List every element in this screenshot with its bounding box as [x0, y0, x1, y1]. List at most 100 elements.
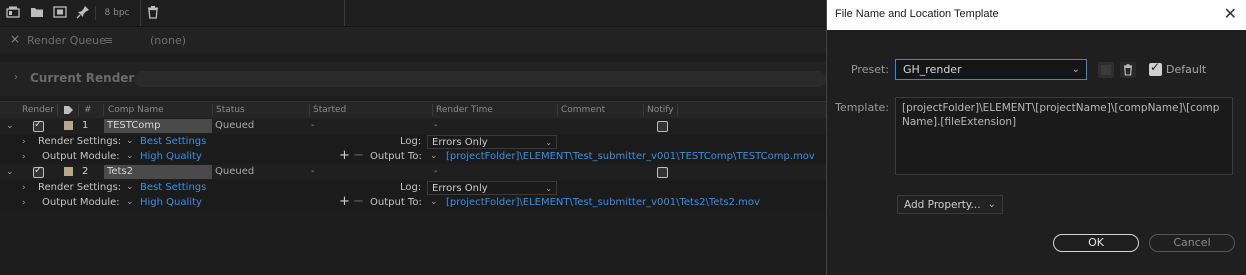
- header-comment[interactable]: Comment: [561, 104, 605, 116]
- status-cell: Queued: [215, 166, 255, 177]
- add-property-label: Add Property...: [904, 199, 981, 211]
- output-module-link[interactable]: High Quality: [140, 196, 202, 210]
- add-output-module-icon[interactable]: +: [339, 195, 350, 209]
- file-name-template-dialog: File Name and Location Template ✕ Preset…: [826, 0, 1246, 275]
- render-settings-link[interactable]: Best Settings: [140, 181, 206, 195]
- folder-icon[interactable]: [30, 5, 44, 19]
- output-module-dropdown-icon[interactable]: ⌄: [126, 149, 134, 163]
- trash-icon[interactable]: [146, 5, 160, 19]
- delete-preset-icon[interactable]: [1119, 61, 1137, 79]
- comp-name-cell[interactable]: TESTComp: [104, 119, 212, 133]
- remove-output-module-icon[interactable]: −: [353, 149, 364, 163]
- render-settings-label: Render Settings:: [38, 182, 122, 193]
- output-to-dropdown-icon[interactable]: ⌄: [430, 195, 438, 209]
- header-comp-name[interactable]: Comp Name: [108, 104, 164, 116]
- header-render-time[interactable]: Render Time: [436, 104, 493, 116]
- tab-render-queue[interactable]: Render Queue: [27, 34, 106, 47]
- chevron-down-icon: ⌄: [987, 199, 996, 210]
- label-icon[interactable]: [63, 105, 74, 115]
- expand-chevron-icon[interactable]: ›: [22, 181, 26, 195]
- add-output-module-icon[interactable]: +: [339, 149, 350, 163]
- template-textarea[interactable]: [projectFolder]\ELEMENT\[projectName]\[c…: [895, 97, 1233, 175]
- log-value: Errors Only: [432, 137, 488, 148]
- item-number: 1: [82, 120, 89, 131]
- empty-queue-area: [0, 211, 826, 275]
- render-item-row[interactable]: ⌄ 1 TESTComp Queued - -: [0, 118, 826, 134]
- expand-chevron-icon[interactable]: ›: [22, 135, 26, 149]
- label-color-swatch[interactable]: [64, 121, 73, 130]
- label-color-swatch[interactable]: [64, 167, 73, 176]
- output-module-row: › Output Module: ⌄ High Quality + − Outp…: [0, 149, 826, 165]
- header-status[interactable]: Status: [216, 104, 245, 116]
- cancel-button[interactable]: Cancel: [1149, 234, 1235, 252]
- log-label: Log:: [400, 182, 422, 193]
- chevron-down-icon: ⌄: [545, 138, 552, 147]
- tab-none[interactable]: (none): [150, 34, 186, 47]
- render-settings-dropdown-icon[interactable]: ⌄: [126, 134, 134, 148]
- render-settings-link[interactable]: Best Settings: [140, 135, 206, 149]
- item-number: 2: [82, 166, 89, 177]
- close-icon[interactable]: ✕: [1224, 4, 1237, 24]
- template-label: Template:: [835, 101, 889, 114]
- notify-checkbox[interactable]: [657, 121, 668, 132]
- output-to-dropdown-icon[interactable]: ⌄: [430, 149, 438, 163]
- header-num[interactable]: #: [84, 104, 92, 116]
- composition-icon[interactable]: [53, 5, 67, 19]
- table-header: Render # Comp Name Status Started Render…: [0, 101, 826, 119]
- output-module-row: › Output Module: ⌄ High Quality + − Outp…: [0, 195, 826, 211]
- log-dropdown[interactable]: Errors Only ⌄: [427, 181, 557, 195]
- comp-name-cell[interactable]: Tets2: [104, 165, 212, 179]
- expand-chevron-icon[interactable]: ›: [22, 150, 26, 164]
- render-time-cell: -: [434, 166, 438, 177]
- add-property-dropdown[interactable]: Add Property... ⌄: [897, 195, 1003, 214]
- collapse-chevron-icon[interactable]: ⌄: [6, 119, 14, 133]
- render-checkbox[interactable]: [33, 119, 44, 132]
- render-queue-panel: 8 bpc × Render Queue ≡ (none) › Current …: [0, 0, 826, 275]
- render-settings-dropdown-icon[interactable]: ⌄: [126, 180, 134, 194]
- expand-chevron-icon[interactable]: ›: [22, 196, 26, 210]
- render-queue-icon[interactable]: [6, 5, 20, 19]
- output-path-link[interactable]: [projectFolder]\ELEMENT\Test_submitter_v…: [446, 196, 760, 210]
- output-to-label: Output To:: [370, 197, 422, 208]
- bit-depth-button[interactable]: 8 bpc: [95, 6, 138, 20]
- close-tab-icon[interactable]: ×: [10, 32, 20, 46]
- current-render-label: Current Render: [30, 71, 135, 85]
- ok-button[interactable]: OK: [1053, 234, 1139, 252]
- tab-menu-icon[interactable]: ≡: [104, 34, 113, 47]
- panel-tab-bar: × Render Queue ≡ (none): [0, 27, 826, 53]
- preset-select[interactable]: GH_render ⌄: [895, 59, 1087, 80]
- chevron-down-icon: ⌄: [1071, 64, 1080, 75]
- output-path-link[interactable]: [projectFolder]\ELEMENT\Test_submitter_v…: [446, 150, 815, 164]
- output-module-link[interactable]: High Quality: [140, 150, 202, 164]
- log-dropdown[interactable]: Errors Only ⌄: [427, 135, 557, 149]
- log-label: Log:: [400, 136, 422, 147]
- render-item-row[interactable]: ⌄ 2 Tets2 Queued - -: [0, 164, 826, 180]
- notify-checkbox[interactable]: [657, 167, 668, 178]
- preset-label: Preset:: [850, 63, 889, 76]
- expand-chevron-icon[interactable]: ›: [14, 72, 18, 83]
- dialog-title: File Name and Location Template: [835, 8, 999, 20]
- started-cell: -: [311, 120, 315, 131]
- collapse-chevron-icon[interactable]: ⌄: [6, 165, 14, 179]
- output-to-label: Output To:: [370, 151, 422, 162]
- render-settings-row: › Render Settings: ⌄ Best Settings Log: …: [0, 180, 826, 196]
- chevron-down-icon: ⌄: [545, 184, 552, 193]
- header-render[interactable]: Render: [22, 104, 54, 116]
- render-settings-label: Render Settings:: [38, 136, 122, 147]
- preset-value: GH_render: [903, 63, 962, 76]
- pin-icon[interactable]: [76, 5, 90, 19]
- render-checkbox[interactable]: [33, 165, 44, 178]
- started-cell: -: [311, 166, 315, 177]
- render-settings-row: › Render Settings: ⌄ Best Settings Log: …: [0, 134, 826, 150]
- default-checkbox[interactable]: [1149, 60, 1162, 76]
- header-notify[interactable]: Notify: [647, 104, 674, 116]
- save-preset-icon[interactable]: [1097, 61, 1115, 79]
- render-progress-bar: [134, 71, 826, 87]
- dialog-titlebar: File Name and Location Template ✕: [827, 0, 1246, 30]
- current-render-section: › Current Render: [0, 62, 826, 96]
- status-cell: Queued: [215, 120, 255, 131]
- header-started[interactable]: Started: [313, 104, 346, 116]
- remove-output-module-icon[interactable]: −: [353, 195, 364, 209]
- output-module-dropdown-icon[interactable]: ⌄: [126, 195, 134, 209]
- log-value: Errors Only: [432, 183, 488, 194]
